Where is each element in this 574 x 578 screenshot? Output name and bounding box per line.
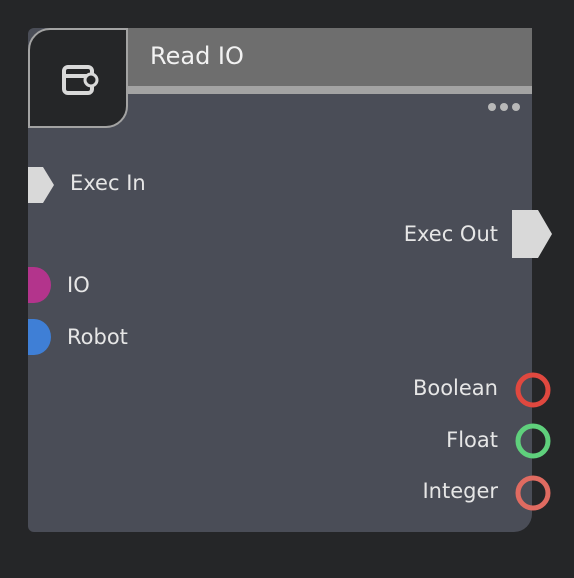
- integer-label: Integer: [422, 479, 498, 503]
- boolean-label: Boolean: [412, 376, 498, 400]
- io-pin[interactable]: [26, 266, 54, 304]
- robot-pin[interactable]: [26, 318, 54, 356]
- float-pin[interactable]: [514, 422, 552, 460]
- exec-out-pin[interactable]: [510, 210, 554, 258]
- robot-label: Robot: [67, 325, 128, 349]
- more-options-icon[interactable]: [486, 100, 522, 114]
- integer-pin[interactable]: [514, 474, 552, 512]
- exec-in-pin[interactable]: [26, 166, 56, 204]
- boolean-pin[interactable]: [514, 371, 552, 409]
- node-icon-box: [28, 28, 128, 128]
- float-label: Float: [446, 428, 498, 452]
- exec-out-label: Exec Out: [403, 222, 498, 246]
- node-title-bar[interactable]: Read IO: [128, 28, 532, 94]
- node-graph-canvas: Read IO Exec In Exec Out IO Robot Boolea…: [0, 0, 574, 578]
- node-function-icon: [62, 65, 99, 95]
- exec-in-label: Exec In: [70, 171, 146, 195]
- read-io-node[interactable]: Read IO Exec In Exec Out IO Robot Boolea…: [26, 28, 552, 532]
- node-title: Read IO: [150, 42, 244, 70]
- io-label: IO: [67, 273, 90, 297]
